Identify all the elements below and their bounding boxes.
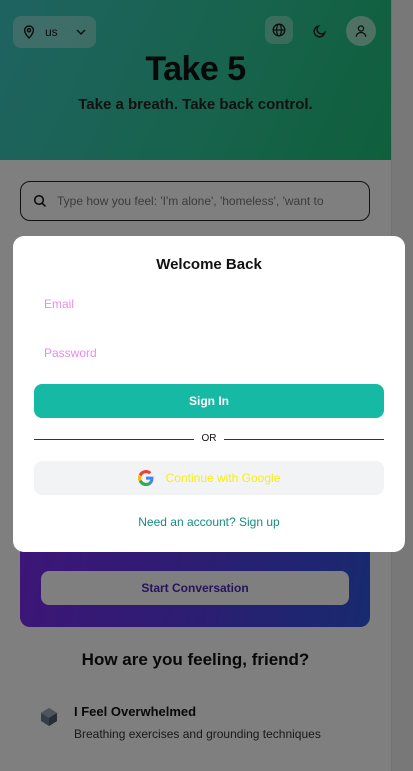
- sign-in-button[interactable]: Sign In: [34, 384, 384, 418]
- google-sign-in-button[interactable]: Continue with Google: [34, 461, 384, 495]
- google-icon: [137, 470, 154, 486]
- modal-title: Welcome Back: [156, 256, 262, 273]
- login-modal: Welcome Back Sign In OR Continue with Go…: [13, 236, 405, 552]
- or-divider: OR: [34, 433, 384, 447]
- password-field[interactable]: [34, 339, 384, 367]
- sign-up-link[interactable]: Need an account? Sign up: [13, 515, 405, 529]
- google-button-label: Continue with Google: [165, 471, 281, 485]
- email-field[interactable]: [34, 290, 384, 318]
- divider-line-right: [224, 439, 384, 440]
